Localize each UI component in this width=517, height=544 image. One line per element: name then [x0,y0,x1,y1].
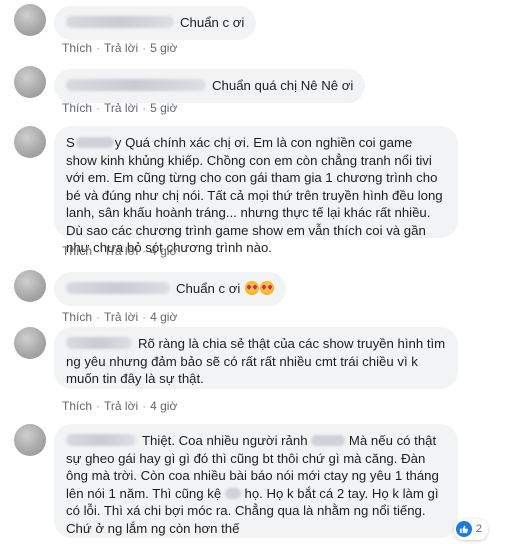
avatar[interactable] [14,66,46,98]
comment-6: Thiệt. Coa nhiều người rảnh Mà nếu có th… [0,418,517,544]
comment-text-part-1: Thiệt. Coa nhiều người rảnh [142,433,308,448]
comment-5: Rõ ràng là chia sẻ thật của các show tru… [0,326,517,416]
reply-button[interactable]: Trả lời [104,310,138,324]
comment-bubble: Thiệt. Coa nhiều người rảnh Mà nếu có th… [54,424,488,540]
avatar[interactable] [14,424,46,456]
comment-bubble: Sy Quá chính xác chị ơi. Em là con nghiề… [54,126,458,255]
separator: · [142,310,147,324]
like-button[interactable]: Thích [62,101,92,115]
separator: · [96,244,101,258]
commenter-name[interactable] [66,282,170,294]
like-button[interactable]: Thích [62,41,92,55]
separator: · [142,399,147,413]
text-redaction [224,487,241,499]
comment-text: Quá chính xác chị ơi. Em là con nghiền c… [66,135,443,255]
comment-bubble: Chuẩn c ơi [54,6,257,40]
comment-text: Chuẩn c ơi [180,15,245,30]
separator: · [142,41,147,55]
timestamp[interactable]: 5 giờ [150,101,177,115]
text-redaction [311,435,346,446]
avatar[interactable] [14,327,46,359]
separator: · [96,399,101,413]
smiling-face-with-hearts-icon [260,281,275,295]
comment-4: Chuẩn c ơi Thích · Trả lời · 4 giờ [0,266,517,326]
timestamp[interactable]: 4 giờ [150,244,177,258]
reply-button[interactable]: Trả lời [104,244,138,258]
timestamp[interactable]: 4 giờ [150,310,177,324]
reaction-count: 2 [475,522,482,535]
avatar[interactable] [14,126,46,158]
reply-button[interactable]: Trả lời [104,399,138,413]
comment-bubble: Chuẩn quá chị Nê Nê ơi [54,69,366,103]
separator: · [142,244,147,258]
separator: · [96,310,101,324]
like-button[interactable]: Thích [62,310,92,324]
comment-3: Sy Quá chính xác chị ơi. Em là con nghiề… [0,120,517,260]
reply-button[interactable]: Trả lời [104,101,138,115]
reply-button[interactable]: Trả lời [104,41,138,55]
separator: · [96,101,101,115]
commenter-name[interactable] [66,434,136,446]
separator: · [142,101,147,115]
comment-actions: Thích · Trả lời · 5 giờ [62,41,177,55]
like-button[interactable]: Thích [62,399,92,413]
comment-1: Chuẩn c ơi Thích · Trả lời · 5 giờ [0,0,517,60]
comment-bubble: Rõ ràng là chia sẻ thật của các show tru… [54,327,458,389]
smiling-face-with-hearts-icon [245,281,260,295]
avatar[interactable] [14,4,46,36]
thumbs-up-icon [455,521,472,538]
reaction-summary[interactable]: 2 [453,518,488,540]
avatar[interactable] [14,270,46,302]
separator: · [96,41,101,55]
comment-text: Chuẩn c ơi [176,281,241,296]
comment-actions: Thích · Trả lời · 4 giờ [62,399,177,413]
timestamp[interactable]: 5 giờ [150,41,177,55]
comment-2: Chuẩn quá chị Nê Nê ơi Thích · Trả lời · 5 g… [0,60,517,120]
comment-actions: Thích · Trả lời · 4 giờ [62,310,177,324]
comment-bubble: Chuẩn c ơi [54,272,287,306]
like-button[interactable]: Thích [62,244,92,258]
comment-actions: Thích · Trả lời · 4 giờ [62,244,177,258]
commenter-name[interactable] [66,337,132,349]
timestamp[interactable]: 4 giờ [150,399,177,413]
comment-text: Chuẩn quá chị Nê Nê ơi [212,78,354,93]
commenter-name[interactable] [66,16,174,28]
commenter-name[interactable] [66,79,206,91]
commenter-name[interactable]: Sy [66,135,121,150]
name-redaction [75,137,114,148]
comment-actions: Thích · Trả lời · 5 giờ [62,101,177,115]
